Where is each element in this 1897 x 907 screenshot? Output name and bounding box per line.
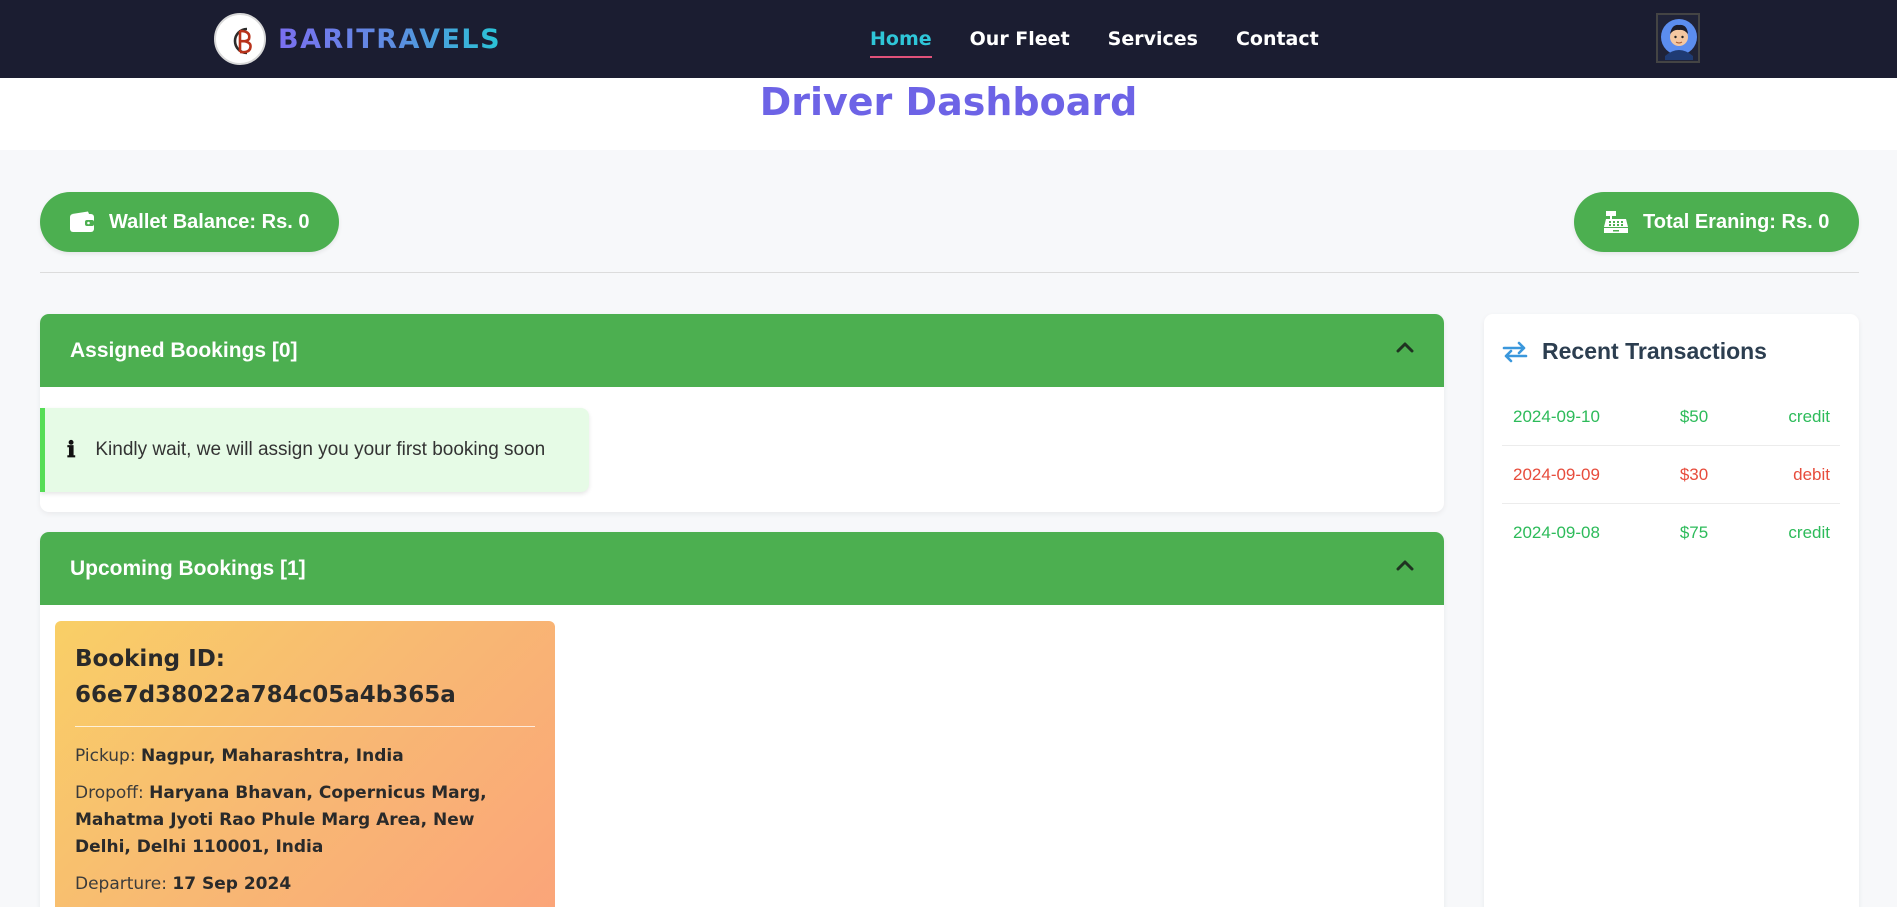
pickup-value: Nagpur, Maharashtra, India	[140, 746, 404, 766]
transaction-type: debit	[1793, 464, 1830, 484]
total-earning-button[interactable]: Total Eraning: Rs. 0	[1574, 192, 1859, 252]
navbar: BARITRAVELS Home Our Fleet Services Cont…	[0, 0, 1897, 78]
transaction-date: 2024-09-10	[1513, 406, 1600, 426]
nav-links: Home Our Fleet Services Contact	[870, 0, 1357, 78]
dropoff-label: Dropoff:	[75, 783, 144, 803]
booking-id: Booking ID: 66e7d38022a784c05a4b365a	[75, 646, 456, 708]
departure-value: 17 Sep 2024	[172, 874, 292, 894]
transaction-row[interactable]: 2024-09-10 $50 credit	[1502, 388, 1840, 446]
wallet-balance-button[interactable]: Wallet Balance: Rs. 0	[40, 192, 339, 252]
pickup-row: Pickup: Nagpur, Maharashtra, India	[75, 743, 535, 770]
transaction-type: credit	[1788, 523, 1830, 542]
nav-link-services[interactable]: Services	[1108, 28, 1198, 50]
transaction-amount: $30	[1679, 464, 1709, 484]
transaction-date: 2024-09-08	[1513, 523, 1600, 542]
assigned-bookings-title: Assigned Bookings [0]	[70, 338, 298, 362]
chevron-up-icon[interactable]	[1396, 341, 1414, 353]
transaction-amount: $50	[1679, 406, 1709, 426]
brand[interactable]: BARITRAVELS	[214, 13, 501, 65]
wallet-balance-label: Wallet Balance: Rs. 0	[109, 210, 310, 233]
cash-register-icon	[1604, 211, 1628, 233]
brand-name: BARITRAVELS	[278, 23, 502, 55]
transaction-row[interactable]: 2024-09-09 $30 debit	[1502, 446, 1840, 504]
transaction-date: 2024-09-09	[1513, 464, 1600, 484]
transaction-type: credit	[1788, 406, 1830, 426]
chevron-up-icon[interactable]	[1396, 559, 1414, 571]
nav-link-our-fleet[interactable]: Our Fleet	[970, 28, 1070, 50]
info-icon: ℹ	[67, 437, 76, 463]
transactions-title: Recent Transactions	[1542, 338, 1767, 364]
transactions-header: Recent Transactions	[1502, 338, 1767, 365]
avatar[interactable]	[1656, 13, 1700, 63]
departure-row: Departure: 17 Sep 2024	[75, 871, 535, 898]
divider	[40, 272, 1859, 273]
upcoming-bookings-header[interactable]: Upcoming Bookings [1]	[40, 532, 1444, 605]
notice-text: Kindly wait, we will assign you your fir…	[95, 439, 546, 460]
dropoff-row: Dropoff: Haryana Bhavan, Copernicus Marg…	[75, 780, 535, 861]
assignment-notice: ℹ Kindly wait, we will assign you your f…	[40, 408, 589, 492]
total-earning-label: Total Eraning: Rs. 0	[1643, 210, 1830, 233]
wallet-icon	[70, 211, 94, 232]
booking-card[interactable]: Booking ID: 66e7d38022a784c05a4b365a Pic…	[55, 621, 555, 907]
departure-label: Departure:	[75, 874, 167, 894]
upcoming-bookings-panel: Upcoming Bookings [1] Booking ID: 66e7d3…	[40, 532, 1444, 907]
transaction-row[interactable]: 2024-09-08 $75 credit	[1502, 504, 1840, 562]
exchange-icon	[1502, 341, 1528, 362]
avatar-icon	[1661, 19, 1697, 60]
recent-transactions-panel: Recent Transactions 2024-09-10 $50 credi…	[1484, 314, 1859, 907]
transaction-amount: $75	[1679, 523, 1709, 542]
brand-logo-icon	[214, 13, 266, 65]
card-divider	[75, 726, 535, 727]
pickup-label: Pickup:	[75, 746, 136, 766]
upcoming-bookings-title: Upcoming Bookings [1]	[70, 556, 306, 580]
nav-link-home[interactable]: Home	[870, 28, 932, 58]
nav-link-contact[interactable]: Contact	[1236, 28, 1319, 50]
assigned-bookings-panel: Assigned Bookings [0] ℹ Kindly wait, we …	[40, 314, 1444, 512]
page-title: Driver Dashboard	[759, 80, 1138, 124]
assigned-bookings-header[interactable]: Assigned Bookings [0]	[40, 314, 1444, 387]
